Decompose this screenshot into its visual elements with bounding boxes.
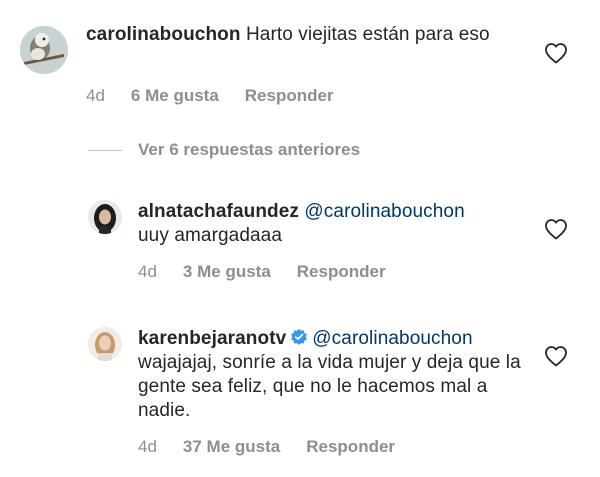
like-count[interactable]: 3 Me gusta	[183, 262, 271, 282]
bird-photo-icon	[20, 26, 68, 74]
reply-meta: 4d 3 Me gusta Responder	[138, 262, 386, 282]
reply-text: uuy amargadaaa	[138, 225, 283, 246]
mention-link[interactable]: @carolinabouchon	[304, 201, 464, 222]
reply-age: 4d	[138, 262, 157, 281]
like-count[interactable]: 6 Me gusta	[131, 86, 219, 106]
comment-text: Harto viejitas están para eso	[245, 24, 490, 45]
heart-icon[interactable]	[544, 218, 568, 240]
like-count[interactable]: 37 Me gusta	[183, 437, 280, 457]
heart-icon[interactable]	[544, 345, 568, 367]
avatar[interactable]	[88, 327, 122, 361]
comment-age: 4d	[86, 86, 105, 105]
view-replies-label[interactable]: Ver 6 respuestas anteriores	[138, 140, 360, 160]
mention-link[interactable]: @carolinabouchon	[312, 328, 472, 349]
profile-photo-icon	[88, 327, 122, 361]
reply-username[interactable]: karenbejaranotv	[138, 328, 286, 349]
reply-body: alnatachafaundez @carolinabouchon uuy am…	[138, 200, 538, 248]
verified-badge-icon	[291, 328, 308, 345]
reply-body: karenbejaranotv @carolinabouchon wajajaj…	[138, 327, 528, 423]
reply-button[interactable]: Responder	[306, 437, 395, 457]
reply-button[interactable]: Responder	[245, 86, 334, 106]
comment-meta: 4d 6 Me gusta Responder	[86, 86, 334, 106]
reply-meta: 4d 37 Me gusta Responder	[138, 437, 395, 457]
reply-button[interactable]: Responder	[297, 262, 386, 282]
profile-photo-icon	[88, 200, 122, 234]
heart-icon[interactable]	[544, 42, 568, 64]
divider	[88, 149, 122, 151]
comment-body: carolinabouchon Harto viejitas están par…	[86, 23, 516, 47]
reply-username[interactable]: alnatachafaundez	[138, 201, 299, 222]
avatar[interactable]	[88, 200, 122, 234]
view-previous-replies[interactable]: Ver 6 respuestas anteriores	[88, 140, 360, 160]
reply-age: 4d	[138, 437, 157, 456]
reply-text: wajajajaj, sonríe a la vida mujer y deja…	[138, 352, 521, 421]
avatar[interactable]	[20, 26, 68, 74]
comment-username[interactable]: carolinabouchon	[86, 24, 241, 45]
